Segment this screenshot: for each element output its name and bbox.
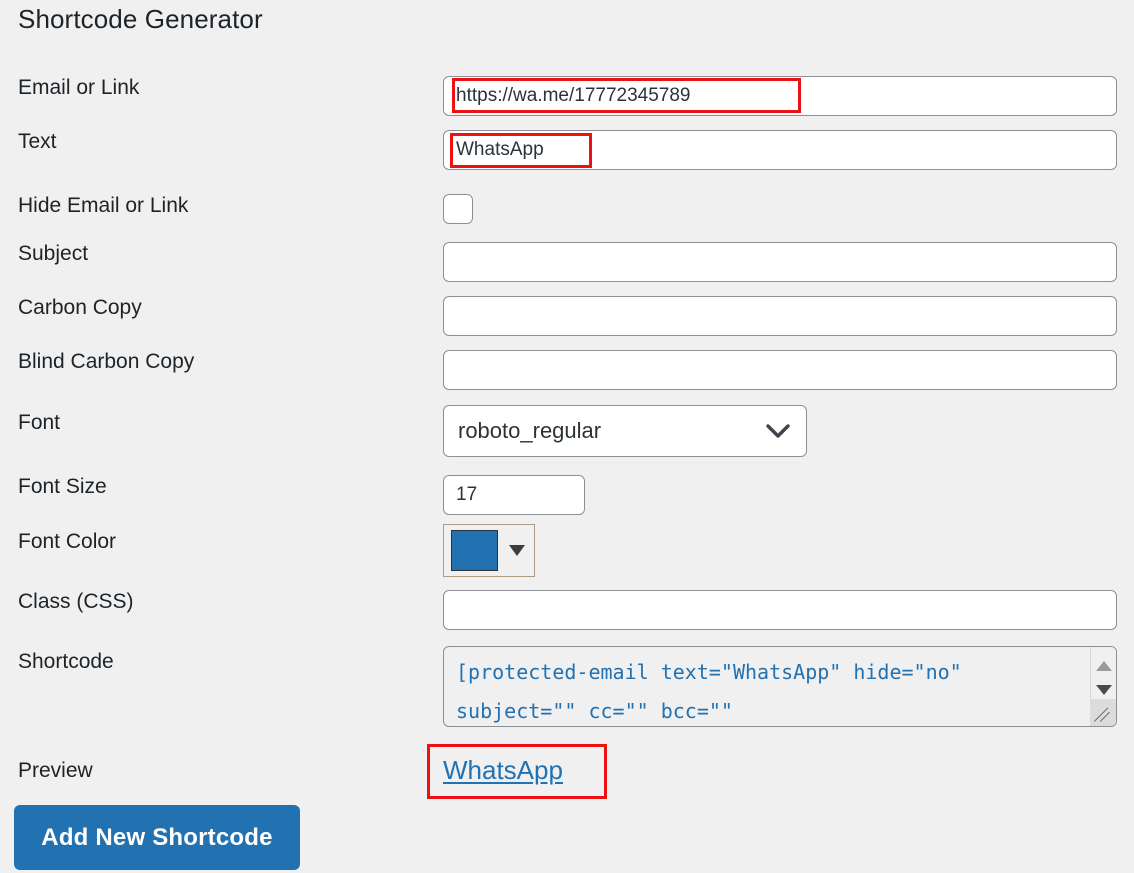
text-input[interactable] [443,130,1117,170]
field-font-size [443,475,1134,515]
field-blind-carbon-copy [443,350,1134,390]
label-shortcode: Shortcode [18,650,114,673]
field-subject [443,242,1134,282]
font-color-swatch [451,530,498,571]
row-preview: Preview WhatsApp [0,755,1134,786]
preview-link[interactable]: WhatsApp [443,755,563,786]
label-preview: Preview [18,759,93,782]
subject-input[interactable] [443,242,1117,282]
field-hide-email-or-link [443,194,1134,224]
field-email-or-link [443,76,1134,116]
font-select[interactable]: roboto_regular [443,405,807,457]
label-blind-carbon-copy: Blind Carbon Copy [18,350,195,373]
label-email-or-link: Email or Link [18,76,140,99]
shortcode-textarea-value: [protected-email text="WhatsApp" hide="n… [456,660,974,723]
field-preview: WhatsApp [443,755,1134,786]
resize-grip-icon[interactable] [1090,699,1116,726]
label-subject: Subject [18,242,89,265]
label-carbon-copy: Carbon Copy [18,296,142,319]
row-carbon-copy: Carbon Copy [0,296,1134,336]
row-subject: Subject [0,242,1134,282]
row-email-or-link: Email or Link [0,76,1134,116]
row-text: Text [0,130,1134,170]
row-font-size: Font Size [0,475,1134,515]
row-font: Font roboto_regular [0,405,1134,457]
label-font-color: Font Color [18,530,117,553]
row-class-css: Class (CSS) [0,590,1134,630]
field-carbon-copy [443,296,1134,336]
field-font-color [443,524,1134,577]
label-hide-email-or-link: Hide Email or Link [18,194,189,217]
shortcode-generator-page: Shortcode Generator Email or Link Text H… [0,0,1134,873]
label-class-css: Class (CSS) [18,590,134,613]
row-font-color: Font Color [0,524,1134,577]
field-class-css [443,590,1134,630]
field-text [443,130,1134,170]
label-font: Font [18,411,61,434]
row-hide-email-or-link: Hide Email or Link [0,194,1134,224]
font-size-input[interactable] [443,475,585,515]
field-font: roboto_regular [443,405,1134,457]
caret-down-icon [509,545,525,556]
hide-email-or-link-checkbox[interactable] [443,194,473,224]
row-blind-carbon-copy: Blind Carbon Copy [0,350,1134,390]
font-select-value: roboto_regular [443,405,807,457]
scroll-down-arrow-icon[interactable] [1095,685,1112,695]
class-css-input[interactable] [443,590,1117,630]
page-title: Shortcode Generator [18,4,263,34]
blind-carbon-copy-input[interactable] [443,350,1117,390]
carbon-copy-input[interactable] [443,296,1117,336]
label-text: Text [18,130,57,153]
field-shortcode: [protected-email text="WhatsApp" hide="n… [443,646,1134,727]
scroll-up-arrow-icon[interactable] [1095,661,1112,671]
add-new-shortcode-button[interactable]: Add New Shortcode [14,805,300,870]
email-or-link-input[interactable] [443,76,1117,116]
row-shortcode: Shortcode [protected-email text="WhatsAp… [0,646,1134,727]
font-color-picker[interactable] [443,524,535,577]
shortcode-textarea[interactable]: [protected-email text="WhatsApp" hide="n… [443,646,1117,727]
label-font-size: Font Size [18,475,107,498]
